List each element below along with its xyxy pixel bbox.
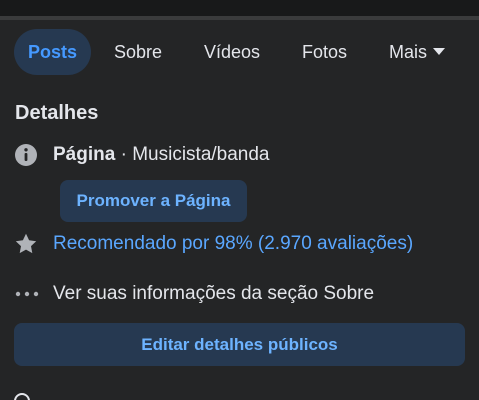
tab-fotos[interactable]: Fotos	[302, 29, 347, 75]
more-dots-icon	[15, 291, 39, 297]
info-icon	[15, 144, 37, 166]
tab-posts[interactable]: Posts	[14, 29, 92, 75]
tab-sobre[interactable]: Sobre	[114, 29, 162, 75]
page-category-text: Página · Musicista/banda	[53, 144, 270, 166]
edit-public-details-button[interactable]: Editar detalhes públicos	[14, 323, 465, 366]
divider	[0, 16, 479, 20]
profile-tabs: Posts Sobre Vídeos Fotos Mais	[0, 29, 479, 75]
tab-videos[interactable]: Vídeos	[204, 29, 260, 75]
top-strip	[0, 0, 479, 20]
partial-next-icon	[14, 393, 30, 400]
about-row[interactable]: Ver suas informações da seção Sobre	[0, 279, 479, 309]
section-title: Detalhes	[15, 102, 99, 124]
tab-mais-label: Mais	[389, 42, 428, 62]
recommendation-text[interactable]: Recomendado por 98% (2.970 avaliações)	[53, 233, 413, 255]
page-category-row: Página · Musicista/banda	[0, 140, 479, 170]
about-link-text[interactable]: Ver suas informações da seção Sobre	[53, 283, 374, 305]
chevron-down-icon	[433, 47, 446, 55]
separator: ·	[115, 144, 133, 165]
page-label: Página	[53, 144, 116, 165]
star-icon	[15, 233, 37, 254]
category-label: Musicista/banda	[132, 144, 270, 165]
page: Posts Sobre Vídeos Fotos Mais Detalhes P…	[0, 0, 479, 400]
promote-page-button[interactable]: Promover a Página	[60, 180, 247, 222]
recommendation-row[interactable]: Recomendado por 98% (2.970 avaliações)	[0, 229, 479, 259]
tab-mais[interactable]: Mais	[389, 29, 446, 75]
